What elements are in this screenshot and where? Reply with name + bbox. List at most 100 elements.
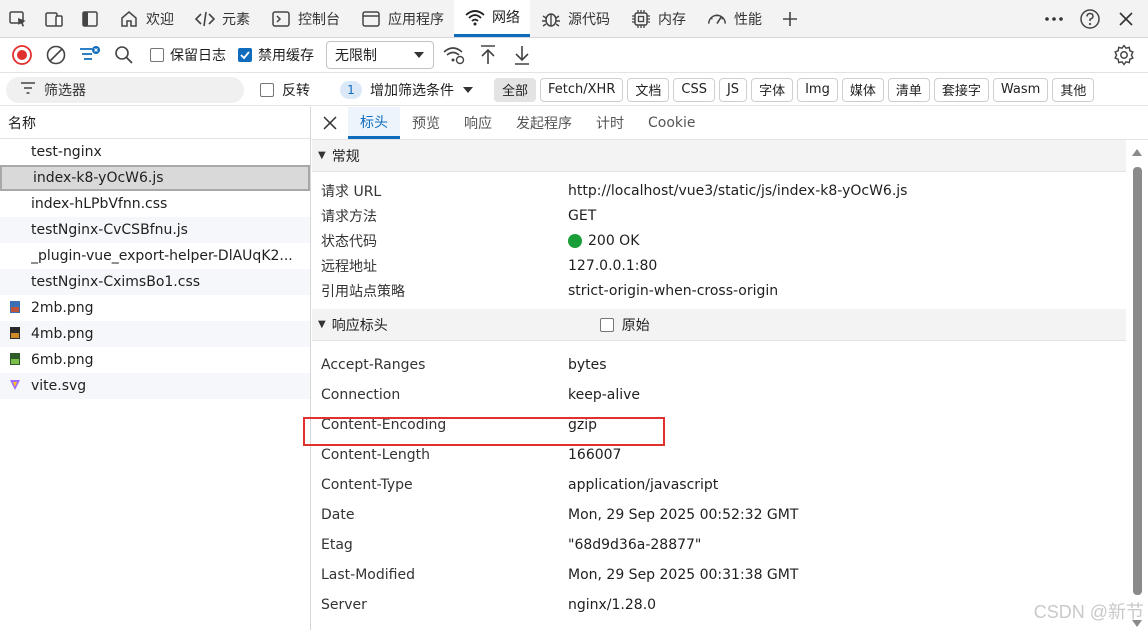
help-icon[interactable] xyxy=(1074,3,1106,35)
chip-doc[interactable]: 文档 xyxy=(627,77,670,102)
inspect-element-icon[interactable] xyxy=(0,0,36,37)
tab-elements[interactable]: 元素 xyxy=(184,0,260,37)
disable-cache-checkbox[interactable]: 禁用缓存 xyxy=(238,45,314,65)
tab-initiator[interactable]: 发起程序 xyxy=(504,107,584,139)
script-icon xyxy=(12,171,24,185)
header-value: http://localhost/vue3/static/js/index-k8… xyxy=(568,182,908,199)
settings-gear-icon[interactable] xyxy=(1110,41,1138,69)
record-icon[interactable] xyxy=(8,41,36,69)
request-row[interactable]: 6mb.png xyxy=(0,347,310,373)
header-row: Content-Type application/javascript xyxy=(312,470,1148,500)
tab-network[interactable]: 网络 xyxy=(454,0,530,37)
header-key: Accept-Ranges xyxy=(321,357,426,373)
add-tab-icon[interactable] xyxy=(772,0,808,37)
chip-other[interactable]: 其他 xyxy=(1052,77,1095,102)
checkbox-box[interactable] xyxy=(238,48,252,62)
tab-console[interactable]: 控制台 xyxy=(260,0,350,37)
filter-placeholder: 筛选器 xyxy=(44,82,86,99)
chip-wasm[interactable]: Wasm xyxy=(992,77,1049,102)
collapse-triangle-icon: ▼ xyxy=(318,150,326,161)
tab-response[interactable]: 响应 xyxy=(452,107,504,139)
scrollbar-thumb[interactable] xyxy=(1133,167,1142,595)
tab-label: 应用程序 xyxy=(388,11,444,28)
header-key: Content-Length xyxy=(321,447,431,463)
details-scrollbar[interactable] xyxy=(1132,147,1142,627)
header-key: Server xyxy=(321,597,367,613)
header-key: Etag xyxy=(321,537,353,553)
chip-manifest[interactable]: 清单 xyxy=(887,77,930,102)
general-section-header[interactable]: ▼ 常规 xyxy=(312,140,1126,172)
device-emulation-icon[interactable] xyxy=(36,0,72,37)
throttling-select[interactable]: 无限制 xyxy=(326,41,434,69)
close-details-icon[interactable] xyxy=(312,107,348,139)
header-row: Accept-Ranges bytes xyxy=(312,350,1148,380)
filter-input[interactable]: 筛选器 xyxy=(6,76,244,103)
tab-label: 内存 xyxy=(658,11,686,28)
filter-icon xyxy=(20,81,36,99)
tab-performance[interactable]: 性能 xyxy=(696,0,772,37)
memory-icon xyxy=(630,8,652,30)
request-row-selected[interactable]: index-k8-yOcW6.js xyxy=(0,165,310,191)
tab-timing[interactable]: 计时 xyxy=(584,107,636,139)
tab-welcome[interactable]: 欢迎 xyxy=(108,0,184,37)
invert-checkbox[interactable]: 反转 xyxy=(260,80,310,100)
import-har-icon[interactable] xyxy=(474,41,502,69)
stylesheet-icon xyxy=(10,197,22,211)
response-headers-section-header[interactable]: ▼ 响应标头 原始 xyxy=(312,309,1126,341)
request-row[interactable]: testNginx-CvCSBfnu.js xyxy=(0,217,310,243)
filter-count-badge: 1 xyxy=(340,80,362,99)
add-filter-button[interactable]: 1 增加筛选条件 xyxy=(340,80,474,100)
header-row: Connection keep-alive xyxy=(312,380,1148,410)
request-row[interactable]: 2mb.png xyxy=(0,295,310,321)
more-options-icon[interactable] xyxy=(1038,3,1070,35)
request-name: index-hLPbVfnn.css xyxy=(31,196,168,212)
close-devtools-icon[interactable] xyxy=(1110,3,1142,35)
request-row[interactable]: 4mb.png xyxy=(0,321,310,347)
export-har-icon[interactable] xyxy=(508,41,536,69)
dock-sidebar-icon[interactable] xyxy=(72,0,108,37)
name-column-header[interactable]: 名称 xyxy=(0,107,310,139)
image-icon xyxy=(10,353,22,367)
tab-label: 元素 xyxy=(222,11,250,28)
chip-css[interactable]: CSS xyxy=(673,77,715,102)
chip-img[interactable]: Img xyxy=(797,77,838,102)
request-name: _plugin-vue_export-helper-DlAUqK2... xyxy=(31,248,293,264)
header-value: Mon, 29 Sep 2025 00:31:38 GMT xyxy=(568,567,799,583)
search-icon[interactable] xyxy=(110,41,138,69)
header-row: 请求 URL http://localhost/vue3/static/js/in… xyxy=(312,178,1148,203)
raw-checkbox[interactable]: 原始 xyxy=(599,315,650,335)
request-row[interactable]: _plugin-vue_export-helper-DlAUqK2... xyxy=(0,243,310,269)
checkbox-box[interactable] xyxy=(599,317,614,332)
chip-fetch-xhr[interactable]: Fetch/XHR xyxy=(540,77,624,102)
network-conditions-icon[interactable] xyxy=(440,41,468,69)
chip-js[interactable]: JS xyxy=(718,77,748,102)
request-row[interactable]: testNginx-CximsBo1.css xyxy=(0,269,310,295)
request-name: index-k8-yOcW6.js xyxy=(33,170,164,186)
checkbox-box[interactable] xyxy=(150,48,164,62)
chip-media[interactable]: 媒体 xyxy=(841,77,884,102)
request-row[interactable]: test-nginx xyxy=(0,139,310,165)
watermark: CSDN @新节 xyxy=(1033,602,1144,622)
request-row[interactable]: vite.svg xyxy=(0,373,310,399)
header-value: keep-alive xyxy=(568,387,641,403)
tab-headers[interactable]: 标头 xyxy=(348,107,400,139)
tab-sources[interactable]: 源代码 xyxy=(530,0,620,37)
tab-application[interactable]: 应用程序 xyxy=(350,0,454,37)
chip-font[interactable]: 字体 xyxy=(751,77,794,102)
header-value: application/javascript xyxy=(568,477,719,493)
clear-icon[interactable] xyxy=(42,41,70,69)
tab-cookie[interactable]: Cookie xyxy=(636,107,708,139)
chip-all[interactable]: 全部 xyxy=(494,77,537,102)
wifi-icon xyxy=(464,6,486,28)
tab-preview[interactable]: 预览 xyxy=(400,107,452,139)
checkbox-box[interactable] xyxy=(260,82,274,97)
section-title: 常规 xyxy=(331,148,360,165)
tab-memory[interactable]: 内存 xyxy=(620,0,696,37)
chip-socket[interactable]: 套接字 xyxy=(933,77,989,102)
filter-settings-icon[interactable] xyxy=(76,41,104,69)
preserve-log-checkbox[interactable]: 保留日志 xyxy=(150,45,226,65)
scroll-up-arrow-icon[interactable] xyxy=(1132,149,1142,156)
request-row[interactable]: index-hLPbVfnn.css xyxy=(0,191,310,217)
header-key: Content-Type xyxy=(321,477,413,493)
resource-type-chips: 全部 Fetch/XHR 文档 CSS JS 字体 Img 媒体 清单 套接字 … xyxy=(494,77,1095,102)
